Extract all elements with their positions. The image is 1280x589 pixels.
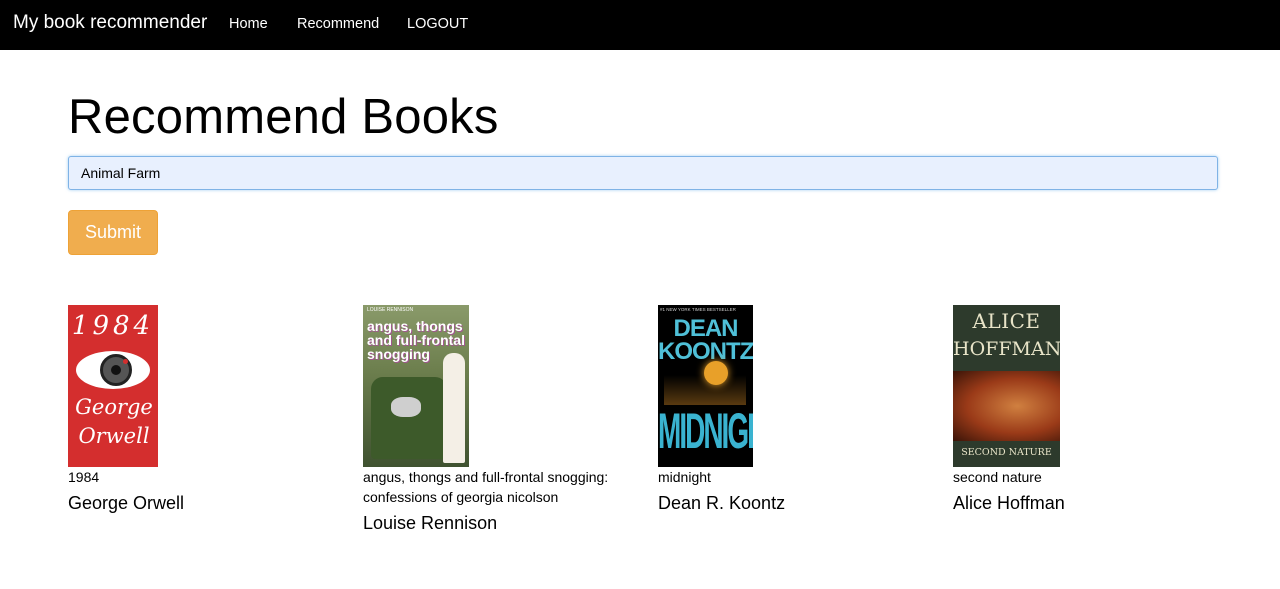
book-title: angus, thongs and full-frontal snogging:… <box>363 469 609 505</box>
brand-link[interactable]: My book recommender <box>13 12 207 34</box>
book-card-second-nature: ALICE HOFFMAN SECOND NATURE second natur… <box>953 305 1223 514</box>
book-author: Louise Rennison <box>363 513 498 533</box>
cover-author-line2: HOFFMAN <box>953 338 1060 360</box>
nav-link-recommend[interactable]: Recommend <box>297 16 379 32</box>
book-card-1984: 1984 George Orwell 1984 George Orwell <box>68 305 338 514</box>
book-card-midnight: #1 NEW YORK TIMES BESTSELLER DEAN KOONTZ… <box>658 305 928 514</box>
book-cover-image: 1984 George Orwell <box>68 305 158 467</box>
submit-button[interactable]: Submit <box>68 210 158 255</box>
cover-title-text: SECOND NATURE <box>961 447 1052 458</box>
book-title: second nature <box>953 469 1042 485</box>
cover-title-text: 1984 <box>71 311 155 341</box>
cat-graphic <box>391 397 421 417</box>
nav-link-logout[interactable]: LOGOUT <box>407 16 468 32</box>
book-author: Dean R. Koontz <box>658 493 786 513</box>
cover-title-text: MIDNIGHT <box>658 403 753 459</box>
cover-top-text: LOUISE RENNISON <box>367 307 414 313</box>
book-search-input[interactable] <box>68 156 1218 190</box>
cover-author-line1: ALICE <box>972 309 1041 333</box>
book-title: midnight <box>658 469 711 485</box>
book-title: 1984 <box>68 469 100 485</box>
girl-graphic <box>443 353 465 463</box>
cover-author-text: DEAN KOONTZ <box>658 315 753 365</box>
book-card-angus: LOUISE RENNISON angus, thongs and full-f… <box>363 305 633 534</box>
chair-graphic <box>371 377 447 459</box>
book-cover-image: LOUISE RENNISON angus, thongs and full-f… <box>363 305 469 467</box>
book-author: George Orwell <box>68 493 185 513</box>
book-cover-image: ALICE HOFFMAN SECOND NATURE <box>953 305 1060 467</box>
navbar: My book recommender Home Recommend LOGOU… <box>0 0 1280 50</box>
cover-author-text: George Orwell <box>75 395 153 448</box>
book-cover-image: #1 NEW YORK TIMES BESTSELLER DEAN KOONTZ… <box>658 305 753 467</box>
face-graphic <box>953 371 1060 441</box>
page-title: Recommend Books <box>68 90 499 144</box>
nav-link-home[interactable]: Home <box>229 16 268 32</box>
book-author: Alice Hoffman <box>953 493 1065 513</box>
moon-graphic <box>704 361 728 385</box>
cover-top-text: #1 NEW YORK TIMES BESTSELLER <box>660 307 736 312</box>
eye-graphic <box>76 351 150 389</box>
